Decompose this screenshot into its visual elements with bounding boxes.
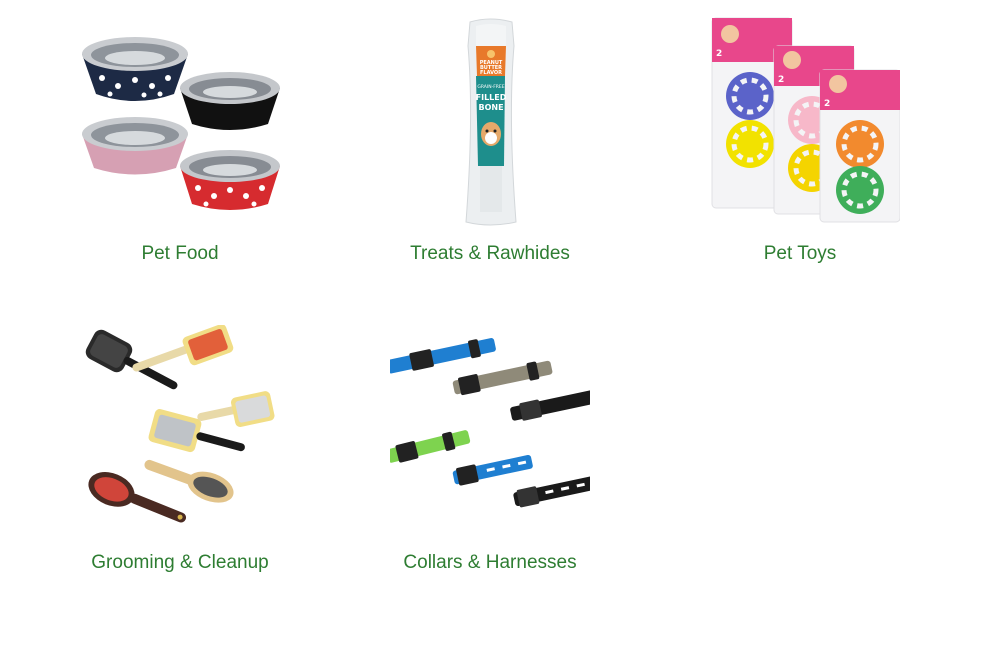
category-grid: Pet Food PEANUT BUTTER FLAVOR GRAIN-FREE… <box>0 0 982 655</box>
category-label[interactable]: Treats & Rawhides <box>340 242 640 266</box>
treat-name-text: BONE <box>478 103 503 112</box>
dog-collars-image[interactable] <box>390 325 590 535</box>
toy-count-text: 2 <box>824 99 830 109</box>
filled-bone-treat-image[interactable]: PEANUT BUTTER FLAVOR GRAIN-FREE FILLED B… <box>390 16 590 226</box>
toy-count-text: 2 <box>778 75 784 85</box>
toy-count-text: 2 <box>716 49 722 59</box>
category-label[interactable]: Pet Food <box>30 242 330 266</box>
cat-ball-toys-image[interactable]: 2 2 2 <box>700 16 900 226</box>
treat-flavor-text: FLAVOR <box>480 70 502 76</box>
category-label[interactable]: Grooming & Cleanup <box>30 551 330 575</box>
pet-bowls-image[interactable] <box>80 16 280 226</box>
category-label[interactable]: Collars & Harnesses <box>340 551 640 575</box>
treat-grain-text: GRAIN-FREE <box>477 84 504 90</box>
treat-name-text: FILLED <box>476 93 507 102</box>
category-label[interactable]: Pet Toys <box>650 242 950 266</box>
pet-brushes-image[interactable] <box>80 325 280 535</box>
